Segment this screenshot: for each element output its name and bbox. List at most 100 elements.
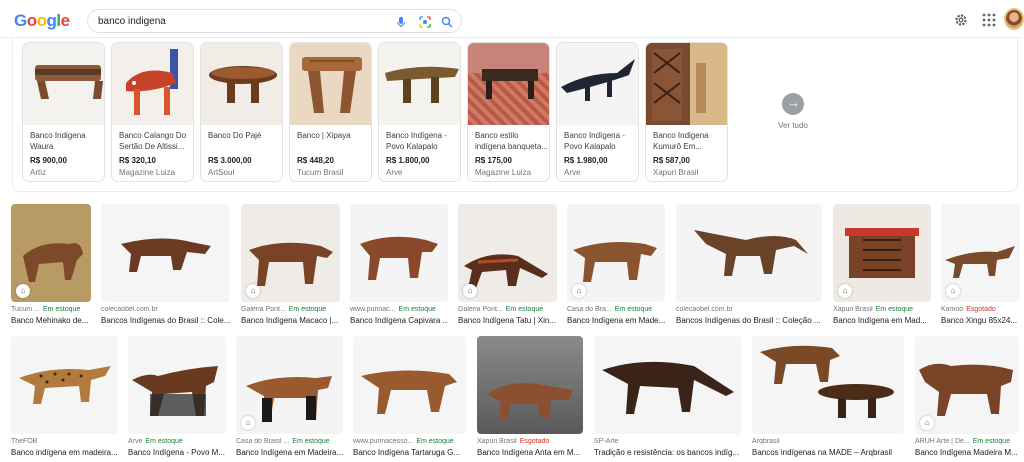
product-store: Artiz bbox=[30, 168, 46, 177]
product-image bbox=[379, 43, 460, 125]
product-card[interactable]: Banco estilo indígena banqueta... R$ 175… bbox=[467, 42, 550, 182]
source-name: Galeria Pont... bbox=[458, 306, 503, 313]
image-result[interactable]: ⌂ Kamoo Esgotado Banco Xingu 85x24... bbox=[941, 204, 1020, 328]
google-logo[interactable]: Google bbox=[14, 11, 70, 31]
result-image bbox=[676, 204, 822, 302]
source-name: colecaobel.com.br bbox=[101, 306, 158, 313]
mic-icon[interactable] bbox=[394, 15, 408, 29]
shopping-tag-icon: ⌂ bbox=[246, 284, 260, 298]
source-name: Kamoo bbox=[941, 306, 964, 313]
result-caption: Banco Indígena Capivara ... bbox=[350, 316, 448, 325]
product-card[interactable]: Banco Calango Do Sertão De Altissi... R$… bbox=[111, 42, 194, 182]
shopping-tag-icon: ⌂ bbox=[241, 416, 255, 430]
search-icon[interactable] bbox=[440, 15, 454, 29]
source-name: Galeria Pont... bbox=[241, 306, 286, 313]
avatar[interactable] bbox=[1004, 8, 1024, 30]
product-card[interactable]: Banco Indígena - Povo Kalapalo R$ 1.800,… bbox=[378, 42, 461, 182]
result-caption: Banco Indígena Tartaruga G... bbox=[353, 448, 461, 457]
lens-icon[interactable] bbox=[418, 15, 432, 29]
image-result[interactable]: TheFOB Banco indígena em madeira... bbox=[11, 336, 118, 460]
product-store: Arve bbox=[564, 168, 581, 177]
result-source: Xapuri Brasil Em estoque bbox=[833, 306, 931, 313]
result-caption: Banco Indígena Anta em M... bbox=[477, 448, 581, 457]
image-result[interactable]: www.purinacesso... Em estoque Banco Indíg… bbox=[353, 336, 466, 460]
image-result[interactable]: ⌂ Galeria Pont... Em estoque Banco Indíge… bbox=[458, 204, 557, 328]
shopping-tag-icon: ⌂ bbox=[920, 416, 934, 430]
gear-icon[interactable] bbox=[953, 12, 969, 28]
result-source: ARUH Arte | De... Em estoque bbox=[915, 438, 1019, 445]
apps-icon[interactable] bbox=[981, 12, 997, 28]
see-all-button[interactable]: Ver tudo bbox=[763, 93, 823, 130]
result-image bbox=[128, 336, 226, 434]
image-result[interactable]: ⌂ Casa do Bra... Em estoque Banco Indígen… bbox=[567, 204, 665, 328]
logo-letter: G bbox=[14, 11, 27, 30]
stock-status: Esgotado bbox=[519, 438, 550, 445]
product-price: R$ 1.980,00 bbox=[564, 156, 608, 165]
product-price: R$ 3.000,00 bbox=[208, 156, 252, 165]
stock-status: Em estoque bbox=[288, 306, 327, 313]
result-source: Casa do Bra... Em estoque bbox=[567, 306, 665, 313]
product-store: Magazine Luiza bbox=[475, 168, 532, 177]
product-image bbox=[468, 43, 549, 125]
result-source: Tucum ... Em estoque bbox=[11, 306, 91, 313]
product-store: Arve bbox=[386, 168, 403, 177]
shopping-tag-icon: ⌂ bbox=[572, 284, 586, 298]
result-caption: Banco Indígena Macaco |... bbox=[241, 316, 339, 325]
stock-status: Em estoque bbox=[416, 438, 454, 445]
source-name: www.purinac... bbox=[350, 306, 396, 313]
source-name: Xapuri Brasil bbox=[833, 306, 873, 313]
image-result[interactable]: Xapuri Brasil Esgotado Banco Indígena Ant… bbox=[477, 336, 583, 460]
product-image bbox=[557, 43, 638, 125]
product-card[interactable]: Banco Indigena Waura R$ 900,00 Artiz bbox=[22, 42, 105, 182]
product-store: Tucum Brasil bbox=[297, 168, 344, 177]
source-name: ARUH Arte | De... bbox=[915, 438, 970, 445]
product-image bbox=[23, 43, 104, 125]
image-result[interactable]: ⌂ Tucum ... Em estoque Banco Mehinako de.… bbox=[11, 204, 91, 328]
image-result[interactable]: colecaobel.com.br Bancos Indígenas do Br… bbox=[101, 204, 230, 328]
stock-status: Em estoque bbox=[875, 306, 914, 313]
result-image bbox=[594, 336, 741, 434]
image-result[interactable]: SP-Arte Tradição e resistência: os banco… bbox=[594, 336, 741, 460]
product-card[interactable]: Banco | Xipaya R$ 448,20 Tucum Brasil bbox=[289, 42, 372, 182]
result-source: colecaobel.com.br bbox=[101, 306, 230, 313]
product-image bbox=[290, 43, 371, 125]
product-card[interactable]: Banco Do Pajé R$ 3.000,00 ArtSoul bbox=[200, 42, 283, 182]
search-input[interactable] bbox=[98, 13, 378, 29]
result-source: Xapuri Brasil Esgotado bbox=[477, 438, 583, 445]
stock-status: Em estoque bbox=[972, 438, 1011, 445]
result-image bbox=[752, 336, 904, 434]
result-caption: Tradição e resistência: os bancos indíg.… bbox=[594, 448, 740, 457]
image-result[interactable]: ⌂ ARUH Arte | De... Em estoque Banco Indí… bbox=[915, 336, 1019, 460]
product-image bbox=[112, 43, 193, 125]
product-card[interactable]: Banco Indigena Kumurô Em... R$ 587,00 Xa… bbox=[645, 42, 728, 182]
product-image bbox=[646, 43, 727, 125]
logo-letter: o bbox=[26, 11, 37, 30]
image-result[interactable]: ⌂ Galeria Pont... Em estoque Banco Indíge… bbox=[241, 204, 340, 328]
result-caption: Bancos Indígenas do Brasil :: Coleção ..… bbox=[676, 316, 821, 325]
result-caption: Banco Mehinako de... bbox=[11, 316, 89, 325]
product-store: ArtSoul bbox=[208, 168, 235, 177]
product-price: R$ 1.800,00 bbox=[386, 156, 430, 165]
product-store: Xapuri Brasil bbox=[653, 168, 699, 177]
shopping-carousel: Banco Indigena Waura R$ 900,00 Artiz Ban… bbox=[12, 38, 1018, 192]
image-result[interactable]: Arqbrasil Bancos indígenas na MADE – Arq… bbox=[752, 336, 904, 460]
product-card[interactable]: Banco Indígena - Povo Kalapalo R$ 1.980,… bbox=[556, 42, 639, 182]
result-image bbox=[353, 336, 466, 434]
result-caption: Banco Indígena Madeira M... bbox=[915, 448, 1018, 457]
result-caption: Banco Indígena em Madeira... bbox=[236, 448, 343, 457]
image-result[interactable]: colecaobel.com.br Bancos Indígenas do Br… bbox=[676, 204, 822, 328]
image-result[interactable]: ⌂ Xapuri Brasil Em estoque Banco Indígena… bbox=[833, 204, 931, 328]
image-result[interactable]: ⌂ Casa do Brasil ... Em estoque Banco Ind… bbox=[236, 336, 343, 460]
product-price: R$ 320,10 bbox=[119, 156, 156, 165]
image-result[interactable]: Arve Em estoque Banco Indígena - Povo M..… bbox=[128, 336, 226, 460]
result-source: Galeria Pont... Em estoque bbox=[458, 306, 557, 313]
search-box bbox=[87, 9, 462, 33]
result-caption: Banco Indígena - Povo M... bbox=[128, 448, 225, 457]
image-result[interactable]: www.purinac... Em estoque Banco Indígena … bbox=[350, 204, 448, 328]
result-source: Arve Em estoque bbox=[128, 438, 226, 445]
result-source: TheFOB bbox=[11, 438, 118, 445]
result-caption: Banco Xingu 85x24... bbox=[941, 316, 1018, 325]
source-name: Tucum ... bbox=[11, 306, 40, 313]
logo-letter: o bbox=[36, 11, 47, 30]
shopping-tag-icon: ⌂ bbox=[946, 284, 960, 298]
